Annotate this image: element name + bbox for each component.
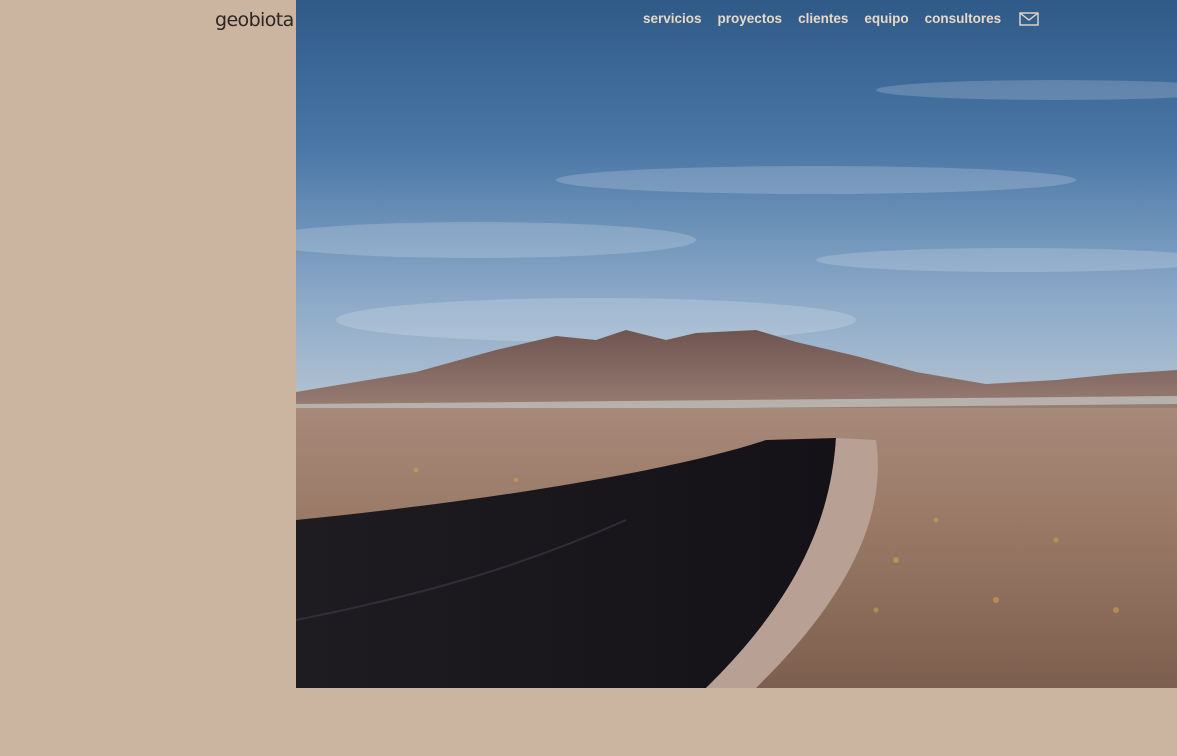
mail-icon[interactable]	[1019, 10, 1039, 28]
brand-logo[interactable]: geobiota	[215, 9, 294, 31]
hero-image	[296, 0, 1177, 688]
nav-item-proyectos[interactable]: proyectos	[718, 10, 783, 28]
nav-item-equipo[interactable]: equipo	[864, 10, 908, 28]
nav-item-clientes[interactable]: clientes	[798, 10, 848, 28]
nav-item-consultores[interactable]: consultores	[925, 10, 1002, 28]
nav-item-servicios[interactable]: servicios	[643, 10, 702, 28]
main-nav: servicios proyectos clientes equipo cons…	[643, 10, 1055, 28]
